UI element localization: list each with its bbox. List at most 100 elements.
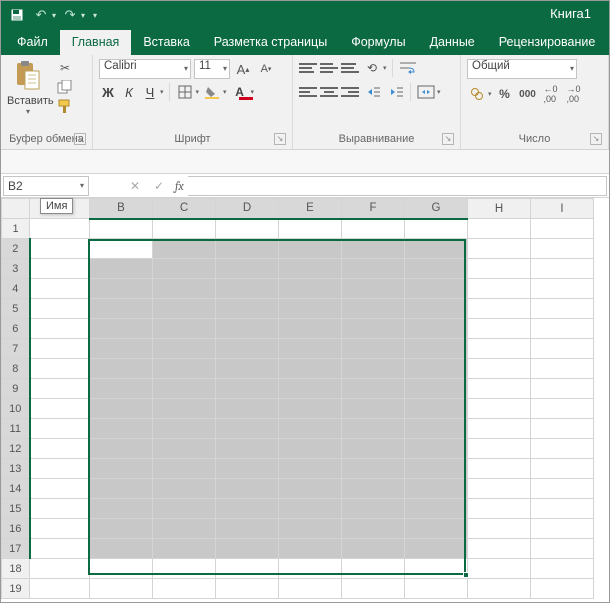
cell[interactable] — [531, 299, 594, 319]
cell[interactable] — [30, 399, 90, 419]
cell[interactable] — [216, 239, 279, 259]
undo-icon[interactable]: ↶ — [31, 5, 51, 25]
cell[interactable] — [342, 379, 405, 399]
row-header[interactable]: 4 — [2, 279, 30, 299]
number-launcher-icon[interactable]: ↘ — [590, 133, 602, 145]
decrease-indent-icon[interactable] — [362, 83, 382, 101]
cell[interactable] — [279, 479, 342, 499]
number-format-combo[interactable]: Общий▾ — [467, 59, 577, 79]
cell[interactable] — [216, 319, 279, 339]
cell[interactable] — [531, 519, 594, 539]
cell[interactable] — [30, 439, 90, 459]
cell[interactable] — [342, 299, 405, 319]
cell[interactable] — [405, 419, 468, 439]
percent-format-icon[interactable]: % — [495, 85, 515, 103]
cell[interactable] — [30, 459, 90, 479]
align-right-icon[interactable] — [341, 84, 359, 100]
grow-font-icon[interactable]: A▴ — [233, 60, 253, 78]
font-size-combo[interactable]: 11▾ — [194, 59, 230, 79]
column-header[interactable]: G — [405, 199, 468, 219]
cell[interactable] — [216, 559, 279, 579]
tab-insert[interactable]: Вставка — [131, 30, 201, 55]
cell[interactable] — [216, 439, 279, 459]
cell[interactable] — [153, 279, 216, 299]
cell[interactable] — [405, 519, 468, 539]
cell[interactable] — [30, 339, 90, 359]
cell[interactable] — [531, 539, 594, 559]
align-top-icon[interactable] — [299, 60, 317, 76]
cell[interactable] — [468, 339, 531, 359]
cell[interactable] — [153, 459, 216, 479]
cell[interactable] — [468, 399, 531, 419]
cell[interactable] — [342, 419, 405, 439]
cell[interactable] — [531, 579, 594, 599]
cell[interactable] — [531, 459, 594, 479]
row-header[interactable]: 5 — [2, 299, 30, 319]
cell[interactable] — [468, 479, 531, 499]
cut-icon[interactable]: ✂ — [55, 59, 75, 77]
cell[interactable] — [468, 519, 531, 539]
cell[interactable] — [279, 539, 342, 559]
row-header[interactable]: 15 — [2, 499, 30, 519]
cell[interactable] — [468, 539, 531, 559]
column-header[interactable]: H — [468, 199, 531, 219]
cell[interactable] — [90, 239, 153, 259]
cell[interactable] — [153, 319, 216, 339]
cell[interactable] — [90, 499, 153, 519]
column-header[interactable]: C — [153, 199, 216, 219]
cell[interactable] — [30, 379, 90, 399]
row-header[interactable]: 19 — [2, 579, 30, 599]
cell[interactable] — [30, 499, 90, 519]
cell[interactable] — [405, 499, 468, 519]
cell[interactable] — [531, 499, 594, 519]
cell[interactable] — [30, 259, 90, 279]
cell[interactable] — [405, 239, 468, 259]
tab-data[interactable]: Данные — [418, 30, 487, 55]
cell[interactable] — [405, 379, 468, 399]
cell[interactable] — [468, 419, 531, 439]
tab-file[interactable]: Файл — [5, 30, 60, 55]
cell[interactable] — [153, 499, 216, 519]
cell[interactable] — [216, 379, 279, 399]
cell[interactable] — [30, 239, 90, 259]
cell[interactable] — [531, 359, 594, 379]
cell[interactable] — [90, 379, 153, 399]
row-header[interactable]: 6 — [2, 319, 30, 339]
row-header[interactable]: 3 — [2, 259, 30, 279]
cell[interactable] — [405, 219, 468, 239]
cell[interactable] — [90, 539, 153, 559]
row-header[interactable]: 12 — [2, 439, 30, 459]
format-painter-icon[interactable] — [55, 97, 75, 115]
cell[interactable] — [531, 439, 594, 459]
cell[interactable] — [30, 279, 90, 299]
cell[interactable] — [468, 299, 531, 319]
cell[interactable] — [153, 419, 216, 439]
align-middle-icon[interactable] — [320, 60, 338, 76]
accounting-format-icon[interactable] — [467, 85, 487, 103]
qat-customize-icon[interactable]: ▾ — [93, 11, 97, 20]
cell[interactable] — [90, 519, 153, 539]
cell[interactable] — [468, 439, 531, 459]
font-name-combo[interactable]: Calibri▾ — [99, 59, 191, 79]
cell[interactable] — [90, 579, 153, 599]
cell[interactable] — [279, 439, 342, 459]
cell[interactable] — [30, 559, 90, 579]
cell[interactable] — [30, 319, 90, 339]
cell[interactable] — [90, 319, 153, 339]
cell[interactable] — [279, 279, 342, 299]
cell[interactable] — [531, 399, 594, 419]
cell[interactable] — [153, 479, 216, 499]
cell[interactable] — [531, 479, 594, 499]
cell[interactable] — [279, 419, 342, 439]
cell[interactable] — [153, 259, 216, 279]
cell[interactable] — [342, 359, 405, 379]
increase-indent-icon[interactable] — [385, 83, 405, 101]
cell[interactable] — [531, 419, 594, 439]
cancel-formula-icon[interactable]: ✕ — [123, 179, 147, 193]
cell[interactable] — [342, 539, 405, 559]
cell[interactable] — [342, 499, 405, 519]
cell[interactable] — [342, 579, 405, 599]
cell[interactable] — [30, 539, 90, 559]
cell[interactable] — [405, 539, 468, 559]
borders-icon[interactable] — [175, 83, 195, 101]
